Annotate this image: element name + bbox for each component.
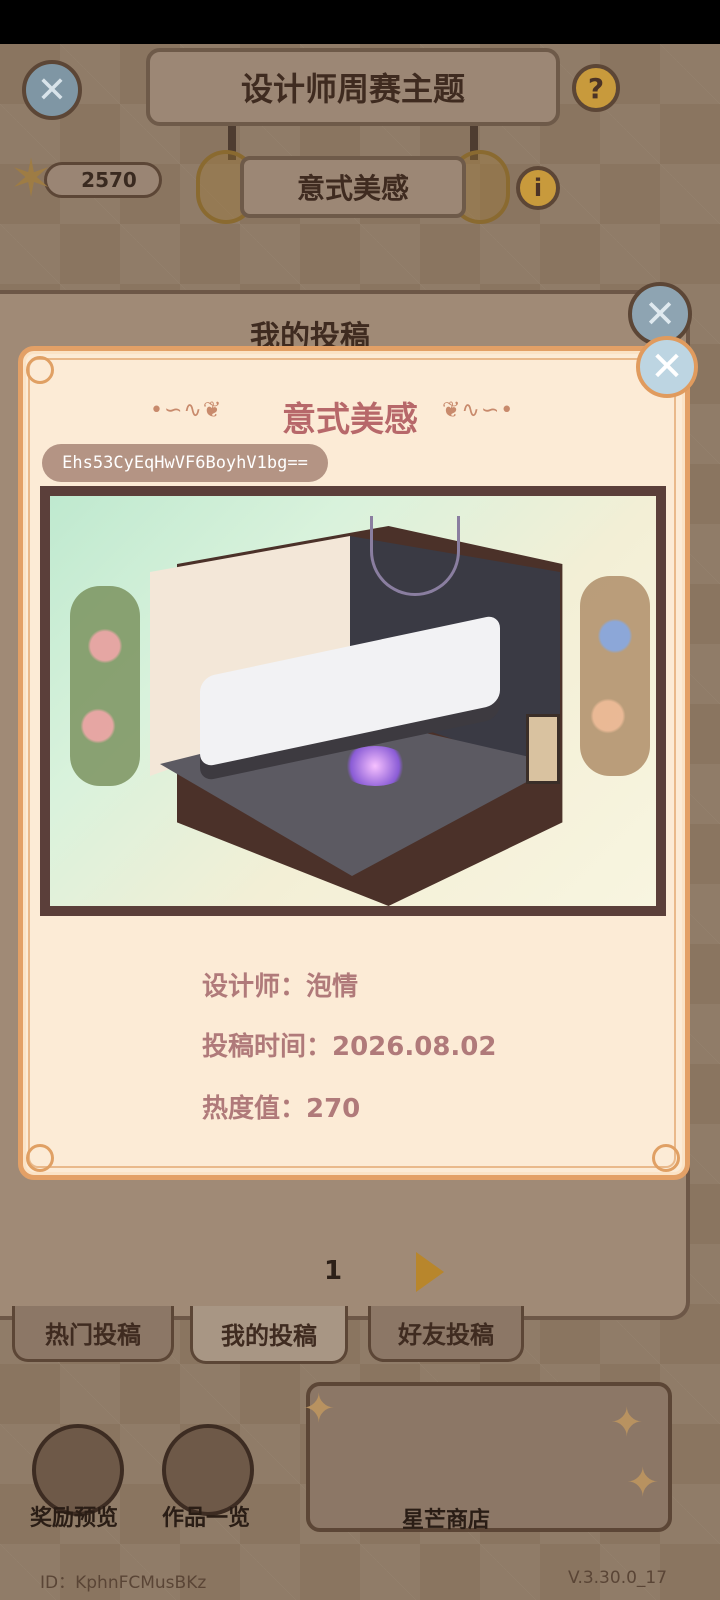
design-picture-frame [40,486,666,916]
star-icon: ✦ [610,1400,644,1446]
submit-time: 投稿时间：2026.08.02 [202,1032,497,1062]
status-bar [0,0,720,44]
reward-preview-label[interactable]: 奖励预览 [30,1500,118,1532]
next-arrow-icon[interactable] [416,1252,444,1292]
corner-ornament [26,356,54,384]
close-icon: ✕ [650,344,684,390]
help-icon: ? [587,71,605,105]
help-button[interactable]: ? [572,64,620,112]
star-shop-label[interactable]: 星芒商店 [306,1502,586,1534]
tab-hot[interactable]: 热门投稿 [12,1306,174,1362]
theme-info-button[interactable]: i [516,166,560,210]
tab-mine[interactable]: 我的投稿 [190,1306,348,1364]
page-number: 1 [323,1256,343,1286]
star-icon: ✦ [302,1386,336,1432]
page-title: 设计师周赛主题 [146,48,560,126]
heat-value: 热度值：270 [202,1094,361,1124]
close-icon: ✕ [36,69,68,111]
back-close-button[interactable]: ✕ [22,60,82,120]
corner-ornament [26,1144,54,1172]
info-icon: i [533,174,543,202]
title-flourish-right: ❦∿∽• [442,398,515,423]
flower-vine-right [580,576,650,776]
tab-friends[interactable]: 好友投稿 [368,1306,524,1362]
corner-ornament [652,1144,680,1172]
star-counter: 2570 [44,162,162,198]
modal-close-button[interactable]: ✕ [636,336,698,398]
theme-plate: 意式美感 [240,156,466,218]
room-design-image [50,496,656,906]
star-icon: ✶ [9,149,53,209]
star-icon: ✦ [626,1460,660,1506]
floor-lamp [526,714,560,784]
glowing-table [340,746,410,786]
user-id: ID：KphnFCMusBKz [40,1573,207,1593]
designer-name: 设计师：泡情 [202,972,359,1002]
close-icon: ✕ [644,292,676,336]
works-list-label[interactable]: 作品一览 [162,1500,250,1532]
design-code[interactable]: Ehs53CyEqHwVF6BoyhV1bg== [42,444,328,482]
flower-vine-left [70,586,140,786]
version-text: V.3.30.0_17 [568,1568,668,1588]
